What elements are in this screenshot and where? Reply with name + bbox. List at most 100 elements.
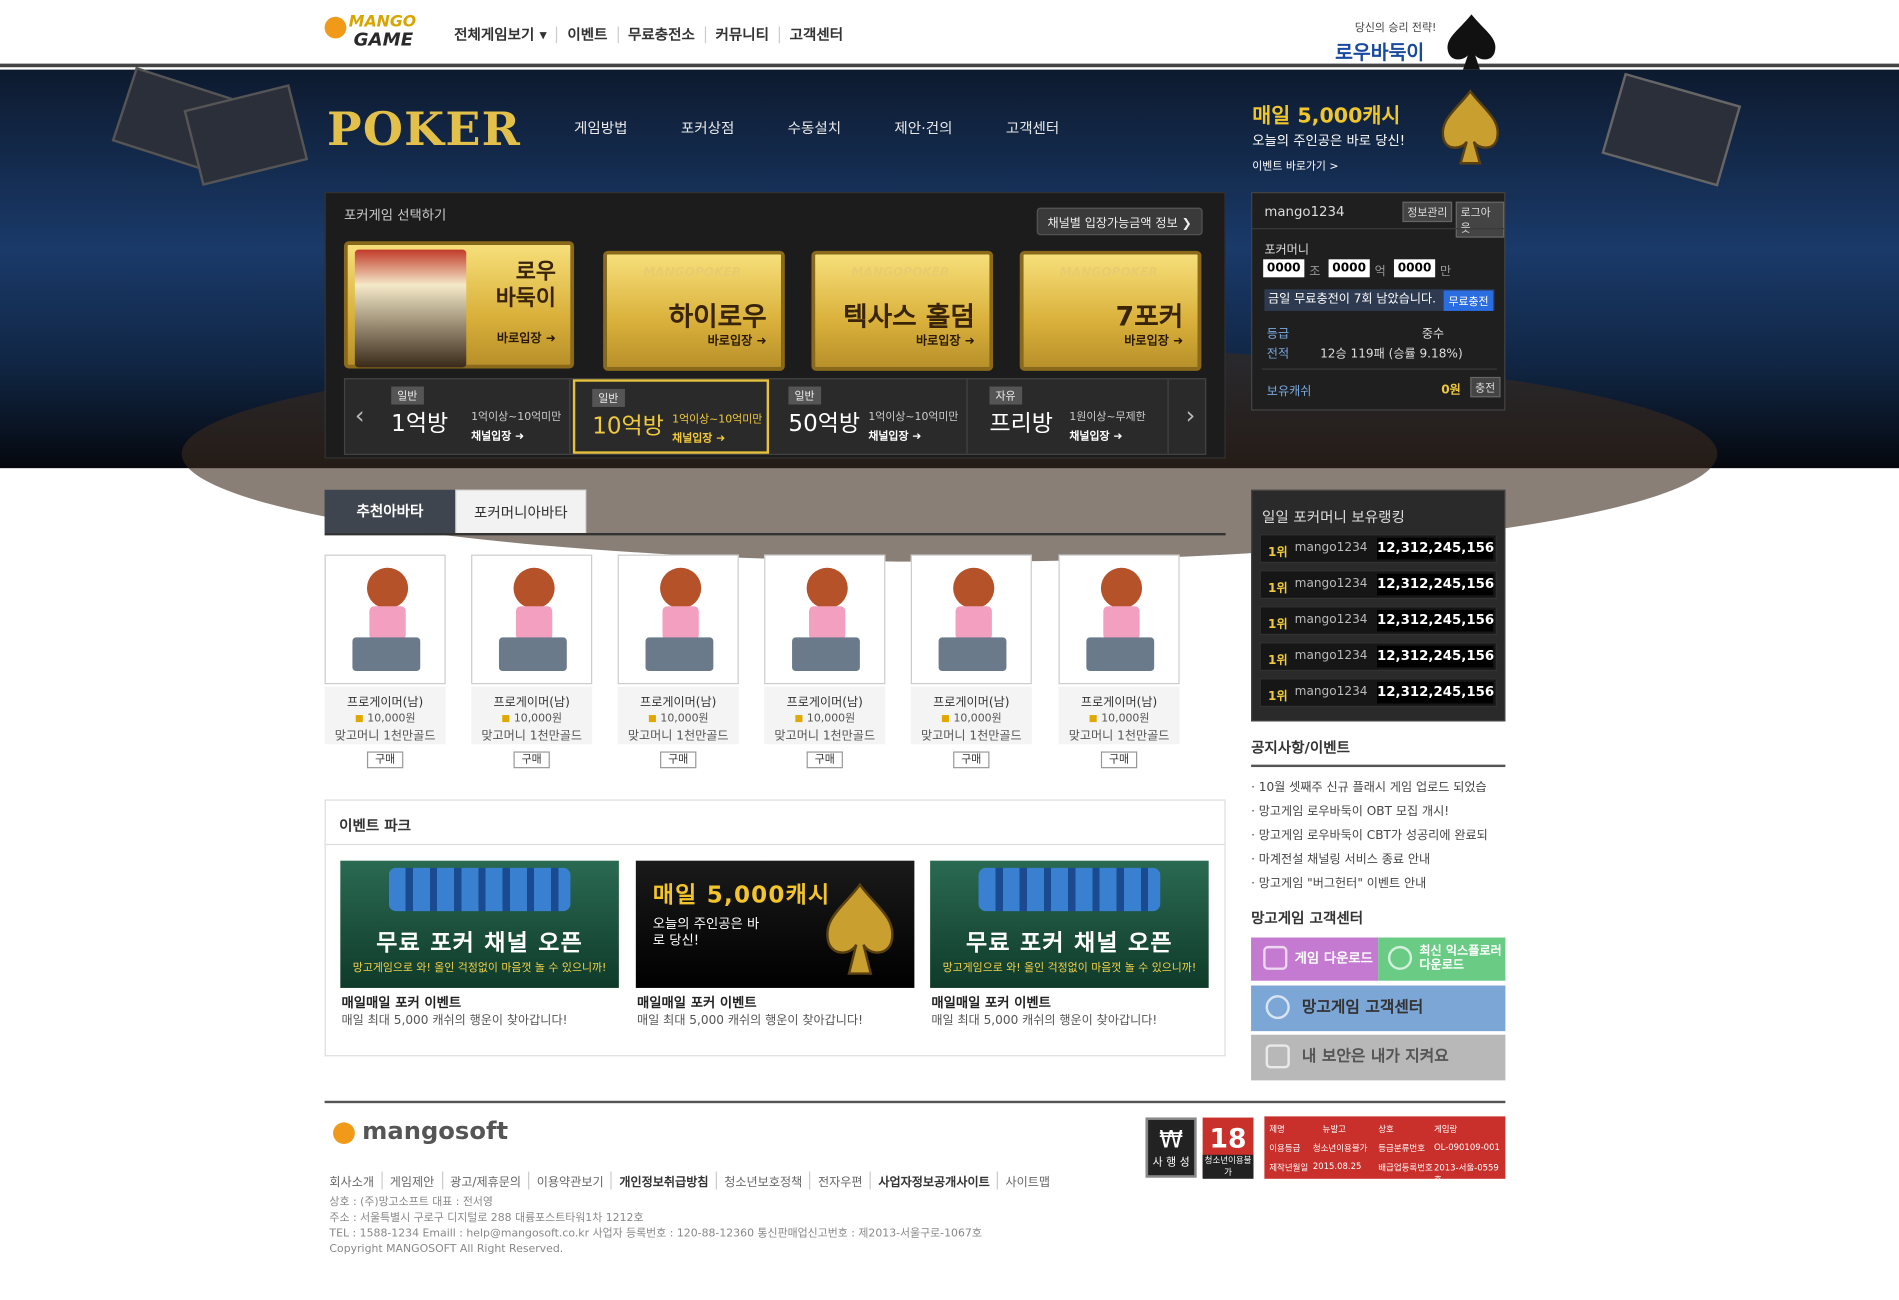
notice-title[interactable]: 공지사항/이벤트: [1251, 737, 1506, 768]
money-man: 0000: [1393, 259, 1436, 278]
address: 주소 : 서울특별시 구로구 디지털로 288 대륭포스트타워1차 1212호: [329, 1212, 644, 1225]
footer-link-privacy[interactable]: 개인정보취급방침: [612, 1171, 717, 1190]
event-item[interactable]: 매일 5,000캐시 오늘의 주인공은 바로 당신! 매일매일 포커 이벤트 매일…: [635, 860, 915, 1029]
badge-label: 사 행 성: [1152, 1157, 1190, 1170]
room-10eok[interactable]: 일반 10억방 1억이상~10억미만 채널입장 ➜: [572, 379, 770, 454]
buy-button[interactable]: 구매: [660, 751, 697, 769]
event-item[interactable]: 무료 포커 채널 오픈 망고게임으로 와! 올인 걱정없이 마음껏 놀 수 있으니…: [340, 860, 619, 1029]
user-panel: mango1234 정보관리 로그아웃 포커머니 0000 조 0000 억 0…: [1251, 192, 1506, 411]
charge-button[interactable]: 충전: [1470, 376, 1501, 398]
room-50eok[interactable]: 일반 50억방 1억이상~10억미만 채널입장 ➜: [771, 379, 968, 454]
chevron-left-icon[interactable]: ‹: [345, 401, 374, 432]
nav-customer-center[interactable]: 고객센터: [780, 26, 853, 43]
event-banner[interactable]: 무료 포커 채널 오픈 망고게임으로 와! 올인 걱정없이 마음껏 놀 수 있으니…: [930, 860, 1209, 988]
low-baduki-ad[interactable]: 당신의 승리 전략! 로우바둑이: [1318, 12, 1512, 70]
chevron-right-icon[interactable]: ›: [1176, 401, 1205, 432]
security-button[interactable]: 내 보안은 내가 지켜요: [1251, 1034, 1506, 1081]
avatar-bonus: 맞고머니 1천만골드: [334, 729, 436, 744]
footer-link-ads[interactable]: 광고/제휴문의: [443, 1171, 530, 1190]
avatar-image[interactable]: [1058, 554, 1180, 685]
buy-button[interactable]: 구매: [806, 751, 843, 769]
channel-enter-button[interactable]: 채널입장 ➜: [1069, 427, 1122, 443]
buy-button[interactable]: 구매: [1100, 751, 1138, 769]
event-desc: 매일 최대 5,000 캐쉬의 행운이 찾아갑니다!: [931, 1014, 1158, 1028]
nav-suggestion[interactable]: 제안·건의: [894, 118, 952, 138]
enter-button[interactable]: 바로입장 ➜: [497, 328, 556, 346]
daily-cash-ad[interactable]: 매일 5,000캐시 오늘의 주인공은 바로 당신! 이벤트 바로가기 >: [1252, 89, 1506, 182]
enter-button[interactable]: 바로입장 ➜: [916, 330, 975, 348]
enter-button[interactable]: 바로입장 ➜: [708, 330, 767, 348]
rank: 1위: [1268, 546, 1288, 560]
enter-button[interactable]: 바로입장 ➜: [1124, 330, 1183, 348]
channel-enter-button[interactable]: 채널입장 ➜: [672, 430, 725, 445]
badge-number: 18: [1209, 1124, 1247, 1155]
footer-link-game-proposal[interactable]: 게임제안: [382, 1171, 443, 1190]
room-range: 1억이상~10억미만: [471, 411, 562, 424]
golden-spade-icon: [826, 882, 894, 975]
logout-button[interactable]: 로그아웃: [1455, 201, 1505, 238]
poker-title[interactable]: POKER: [327, 102, 521, 156]
notice-item[interactable]: · 마계전설 채널링 서비스 종료 안내: [1251, 849, 1505, 873]
game-download-button[interactable]: 게임 다운로드: [1251, 937, 1379, 981]
avatar-image[interactable]: [471, 554, 593, 685]
record-value: 12승 119패 (승률 9.18%): [1320, 348, 1463, 362]
tab-recommended-avatar[interactable]: 추천아바타: [324, 489, 456, 533]
avatar-item[interactable]: 프로게이머(남) ◼ 10,000원 맞고머니 1천만골드 구매: [471, 554, 593, 771]
footer-link-terms[interactable]: 이용약관보기: [529, 1171, 613, 1190]
ie-download-button[interactable]: 최신 익스플로러 다운로드: [1378, 937, 1506, 981]
nav-event[interactable]: 이벤트: [558, 26, 619, 44]
customer-center-button[interactable]: 망고게임 고객센터: [1251, 985, 1506, 1032]
grid-cell: 2015.08.25: [1312, 1161, 1362, 1172]
game-card-texas-holdem[interactable]: MANGOPOKER 텍사스 홀덤 바로입장 ➜: [811, 250, 994, 371]
buy-button[interactable]: 구매: [513, 751, 550, 769]
nav-poker-shop[interactable]: 포커상점: [681, 118, 734, 138]
customer-center: 망고게임 고객센터: [1251, 908, 1505, 928]
channel-enter-button[interactable]: 채널입장 ➜: [471, 427, 524, 443]
avatar-image[interactable]: [764, 554, 886, 685]
event-banner[interactable]: 매일 5,000캐시 오늘의 주인공은 바로 당신!: [635, 860, 915, 988]
ranking-panel: 일일 포커머니 보유랭킹 1위 mango1234 12,312,245,156 1…: [1251, 489, 1506, 722]
free-charge-button[interactable]: 무료충전: [1443, 290, 1494, 311]
buy-button[interactable]: 구매: [953, 751, 990, 769]
mango-game-logo[interactable]: MANGO GAME: [324, 14, 416, 49]
event-banner[interactable]: 무료 포커 채널 오픈 망고게임으로 와! 올인 걱정없이 마음껏 놀 수 있으니…: [340, 860, 619, 988]
channel-info-button[interactable]: 채널별 입장가능금액 정보 ❯: [1036, 207, 1203, 236]
avatar-item[interactable]: 프로게이머(남) ◼ 10,000원 맞고머니 1천만골드 구매: [617, 554, 739, 771]
tab-poker-money-avatar[interactable]: 포커머니아바타: [455, 489, 587, 533]
avatar-image[interactable]: [910, 554, 1032, 685]
avatar-image[interactable]: [617, 554, 739, 685]
ranking-row: 1위 mango1234 12,312,245,156: [1259, 606, 1497, 636]
game-card-hi-low[interactable]: MANGOPOKER 하이로우 바로입장 ➜: [603, 250, 785, 371]
footer-link-business-info[interactable]: 사업자정보공개사이트: [871, 1171, 999, 1190]
avatar-item[interactable]: 프로게이머(남) ◼ 10,000원 맞고머니 1천만골드 구매: [764, 554, 886, 771]
buy-button[interactable]: 구매: [366, 751, 404, 769]
nav-customer-center[interactable]: 고객센터: [1006, 118, 1059, 138]
avatar-item[interactable]: 프로게이머(남) ◼ 10,000원 맞고머니 1천만골드 구매: [910, 554, 1032, 771]
footer-link-youth[interactable]: 청소년보호정책: [717, 1171, 811, 1190]
grade-label: 등급: [1266, 327, 1290, 341]
nav-manual-install[interactable]: 수동설치: [788, 118, 841, 138]
notice-item[interactable]: · 망고게임 로우바둑이 OBT 모집 개시!: [1251, 801, 1505, 825]
event-item[interactable]: 무료 포커 채널 오픈 망고게임으로 와! 올인 걱정없이 마음껏 놀 수 있으니…: [930, 860, 1209, 1029]
notice-item[interactable]: · 10월 셋째주 신규 플래시 게임 업로드 되었습: [1251, 777, 1505, 801]
avatar-image[interactable]: [324, 554, 446, 685]
avatar-item[interactable]: 프로게이머(남) ◼ 10,000원 맞고머니 1천만골드 구매: [324, 554, 446, 771]
footer-link-sitemap[interactable]: 사이트맵: [998, 1172, 1057, 1189]
room-1eok[interactable]: 일반 1억방 1억이상~10억미만 채널입장 ➜: [374, 379, 571, 454]
room-free[interactable]: 자유 프리방 1원이상~무제한 채널입장 ➜: [973, 379, 1169, 454]
account-settings-button[interactable]: 정보관리: [1402, 201, 1453, 223]
lock-icon: [1265, 1044, 1290, 1069]
nav-free-charge[interactable]: 무료충전소: [618, 26, 706, 44]
game-card-low-baduki[interactable]: 로우 바둑이 바로입장 ➜: [343, 241, 575, 369]
nav-community[interactable]: 커뮤니티: [706, 26, 780, 44]
footer-link-email[interactable]: 전자우편: [811, 1171, 872, 1190]
notice-item[interactable]: · 망고게임 "버그헌터" 이벤트 안내: [1251, 873, 1505, 897]
ie-icon: [1387, 945, 1413, 970]
channel-enter-button[interactable]: 채널입장 ➜: [868, 427, 921, 443]
nav-all-games[interactable]: 전체게임보기 ▾: [454, 26, 558, 44]
footer-link-company[interactable]: 회사소개: [329, 1171, 383, 1190]
avatar-item[interactable]: 프로게이머(남) ◼ 10,000원 맞고머니 1천만골드 구매: [1058, 554, 1180, 771]
game-card-7-poker[interactable]: MANGOPOKER 7포커 바로입장 ➜: [1019, 250, 1202, 371]
nav-how-to-play[interactable]: 게임방법: [574, 118, 627, 138]
notice-item[interactable]: · 망고게임 로우바둑이 CBT가 성공리에 완료되: [1251, 825, 1505, 849]
